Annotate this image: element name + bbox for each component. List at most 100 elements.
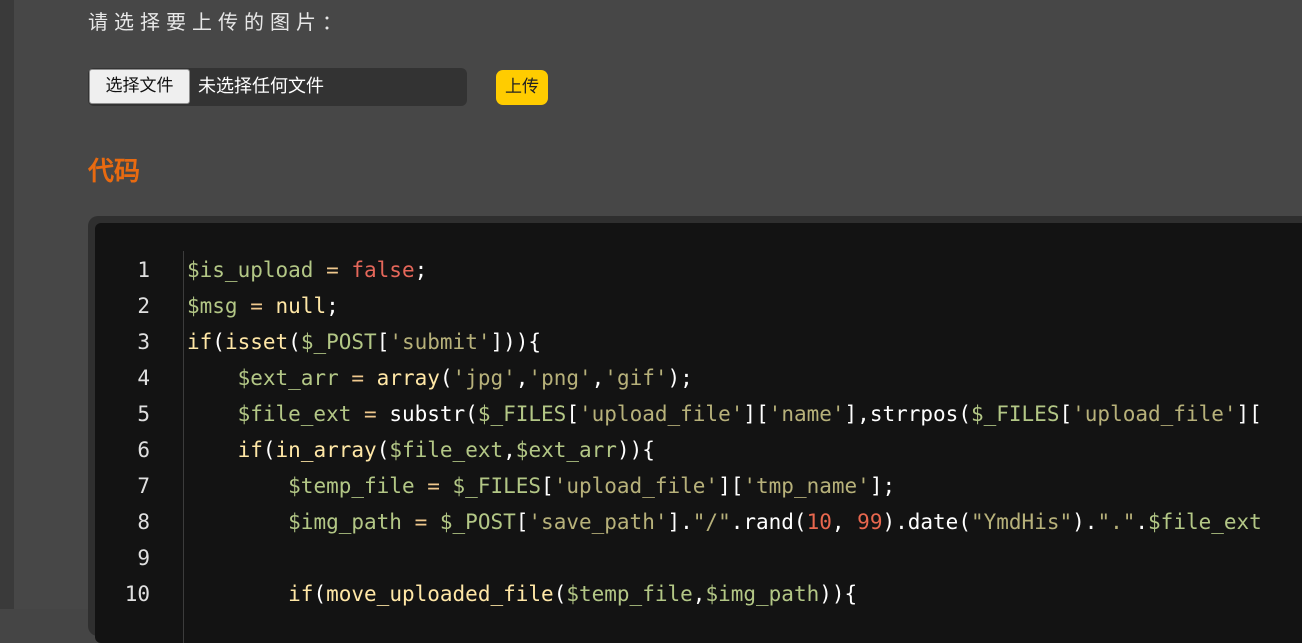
code-token: $_FILES (452, 474, 542, 498)
code-token: = (237, 294, 276, 318)
code-token: = (414, 474, 453, 498)
upload-button[interactable]: 上传 (496, 70, 548, 105)
code-token: ); (667, 366, 693, 390)
code-token: = (401, 510, 440, 534)
line-number: 9 (137, 546, 150, 570)
code-text: $temp_file = $_FILES['upload_file']['tmp… (187, 468, 895, 504)
code-text: $msg = null; (187, 288, 339, 324)
code-token: if (288, 582, 314, 606)
code-token: , (503, 438, 516, 462)
code-line: 5 $file_ext = substr($_FILES['upload_fil… (95, 396, 1302, 432)
code-token: 'jpg' (452, 366, 516, 390)
code-token: ). (1072, 510, 1098, 534)
code-token: . (1135, 510, 1149, 534)
code-token: ).date( (882, 510, 971, 534)
code-token: $ext_arr (237, 366, 339, 390)
code-token: )){ (819, 582, 858, 606)
code-token: 'upload_file' (579, 402, 744, 426)
file-input[interactable]: 选择文件 未选择任何文件 (88, 68, 467, 106)
code-token: = (338, 366, 377, 390)
code-line: 1 $is_upload = false; (95, 252, 1302, 288)
code-text: $ext_arr = array('jpg','png','gif'); (187, 360, 693, 396)
line-number: 8 (137, 510, 150, 534)
code-token: $file_ext (389, 438, 504, 462)
code-text: if(isset($_POST['submit'])){ (187, 324, 541, 360)
code-token: $_FILES (477, 402, 567, 426)
code-token: $file_ext (237, 402, 352, 426)
code-token: ( (313, 582, 327, 606)
code-line: 9 (95, 540, 1302, 576)
code-token: = (313, 258, 352, 282)
code-token: 99 (857, 510, 883, 534)
code-text: if(move_uploaded_file($temp_file,$img_pa… (187, 576, 857, 612)
code-token: = (351, 402, 390, 426)
code-text: $img_path = $_POST['save_path']."/".rand… (187, 504, 1262, 540)
code-section-title: 代码 (88, 157, 141, 187)
code-token: ( (212, 330, 225, 354)
code-token: ; (414, 258, 428, 282)
code-token: "." (1097, 510, 1136, 534)
code-token: 'save_path' (528, 510, 668, 534)
code-token: $_POST (300, 330, 377, 354)
line-number: 1 (137, 258, 150, 282)
code-block: 1 $is_upload = false; 2 $msg = null; 3 if(iss… (95, 223, 1302, 643)
code-token: )){ (616, 438, 655, 462)
code-line: 10 if(move_uploaded_file($temp_file,$img… (95, 576, 1302, 612)
code-token: $msg (187, 294, 238, 318)
code-token: 'gif' (604, 366, 668, 390)
code-token: "YmdHis" (970, 510, 1073, 534)
code-token: isset (224, 330, 289, 354)
code-line: 2 $msg = null; (95, 288, 1302, 324)
code-token: substr( (389, 402, 478, 426)
upload-prompt: 请选择要上传的图片： (88, 10, 348, 34)
file-status-text: 未选择任何文件 (198, 76, 324, 97)
code-line: 7 $temp_file = $_FILES['upload_file']['t… (95, 468, 1302, 504)
code-token: $img_path (288, 510, 402, 534)
code-token: , (591, 366, 605, 390)
code-token: if (187, 330, 213, 354)
code-token: 'upload_file' (553, 474, 719, 498)
code-token: "/" (692, 510, 731, 534)
code-token: , (515, 366, 529, 390)
code-token: [ (376, 330, 390, 354)
code-token: 'submit' (389, 330, 491, 354)
code-token: in_array (275, 438, 377, 462)
code-token: , (692, 582, 706, 606)
line-number: 2 (137, 294, 150, 318)
code-token: ( (288, 330, 301, 354)
code-token: $temp_file (288, 474, 415, 498)
code-token: 'tmp_name' (743, 474, 870, 498)
code-token: $file_ext (1148, 510, 1262, 534)
code-token: if (237, 438, 263, 462)
code-token: ]; (869, 474, 896, 498)
choose-file-button[interactable]: 选择文件 (89, 69, 190, 104)
code-token: [ (515, 510, 529, 534)
code-token: 'name' (768, 402, 845, 426)
line-number: 3 (137, 330, 150, 354)
code-token: ][ (1236, 402, 1262, 426)
code-text: $is_upload = false; (187, 252, 427, 288)
left-edge-strip (0, 0, 14, 609)
code-token: ( (439, 366, 453, 390)
code-text: $file_ext = substr($_FILES['upload_file'… (187, 396, 1262, 432)
code-token: , (831, 510, 858, 534)
code-token: $is_upload (187, 258, 314, 282)
line-number: 6 (137, 438, 150, 462)
code-token: 10 (806, 510, 832, 534)
code-token: ( (376, 438, 390, 462)
code-token: ][ (743, 402, 769, 426)
code-token: ],strrpos( (844, 402, 971, 426)
code-token: [ (1059, 402, 1073, 426)
line-number: 5 (137, 402, 150, 426)
code-line: 4 $ext_arr = array('jpg','png','gif'); (95, 360, 1302, 396)
code-token: false (351, 258, 415, 282)
line-number: 4 (137, 366, 150, 390)
code-token: [ (566, 402, 579, 426)
code-token: ; (326, 294, 339, 318)
code-token: $_FILES (970, 402, 1060, 426)
code-line: 8 $img_path = $_POST['save_path']."/".ra… (95, 504, 1302, 540)
